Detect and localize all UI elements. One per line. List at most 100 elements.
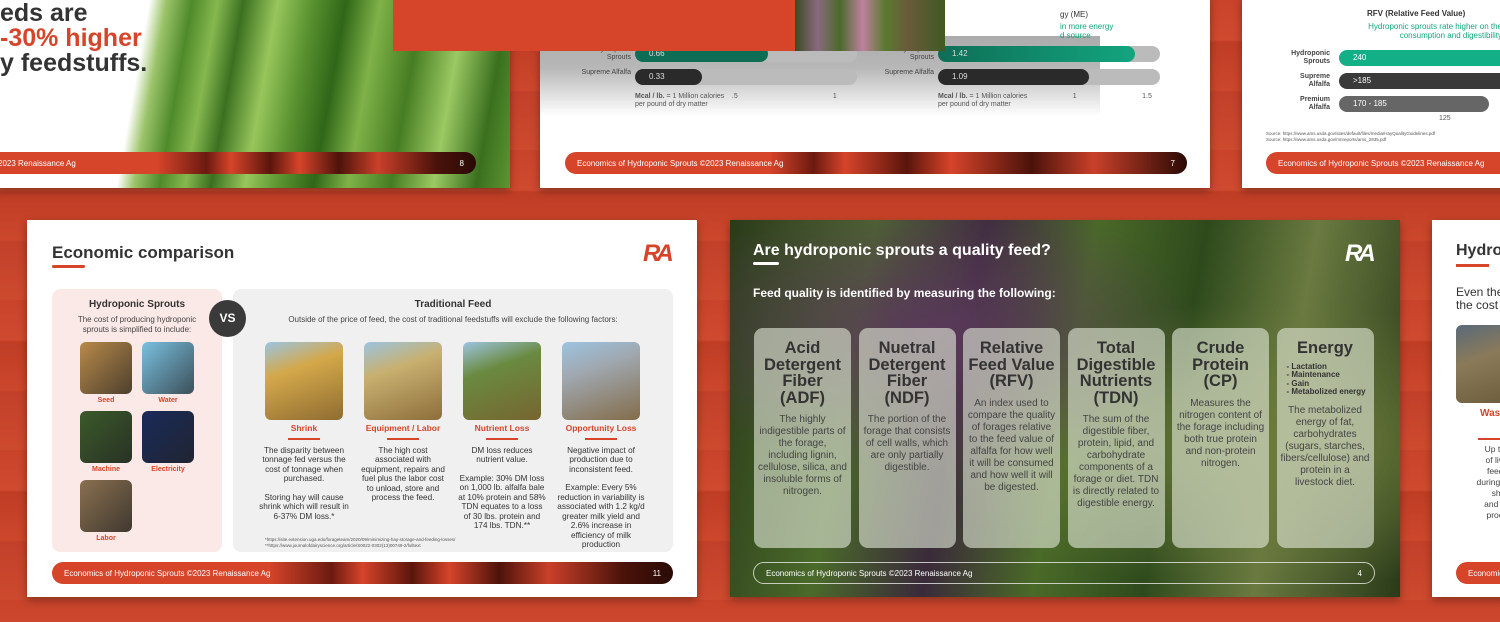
panel-title: Hydroponic Sprouts bbox=[88, 299, 186, 310]
factor-text: The high cost associated with equipment,… bbox=[361, 445, 445, 503]
footer-text: 2023 Renaissance Ag bbox=[0, 158, 76, 168]
bar-label: Supreme Alfalfa bbox=[884, 69, 934, 76]
bar: 1.42 bbox=[938, 46, 1136, 62]
headline-line: eds are bbox=[0, 0, 88, 27]
electricity-image bbox=[142, 411, 194, 463]
footnote: **https://www.journalofdairyscience.org/… bbox=[265, 543, 421, 548]
page-number: 8 bbox=[459, 158, 464, 168]
axis-tick: 1 bbox=[832, 93, 837, 100]
unit-note: Mcal / lb. = 1 Million calories per poun… bbox=[635, 93, 725, 109]
slide-right-partial[interactable]: Hydro Even the the cost Was Up to 4of li… bbox=[1432, 220, 1500, 597]
footer-text: Economics of Hydroponic Sprouts ©2023 Re… bbox=[64, 568, 271, 578]
item-label: Machine bbox=[91, 466, 120, 473]
unit-bold: Mcal / lb. bbox=[635, 93, 665, 100]
axis-tick: 125 bbox=[1439, 115, 1451, 122]
headline-line: y feedstuffs. bbox=[0, 49, 148, 77]
subtitle-line: in more energy bbox=[1060, 22, 1114, 31]
equipment-labor-image bbox=[364, 342, 442, 420]
opportunity-loss-image bbox=[562, 342, 640, 420]
title-underline bbox=[52, 265, 85, 268]
bar: 1.09 bbox=[938, 69, 1090, 85]
bar-label: Supreme Alfalfa bbox=[581, 69, 631, 76]
feed-card: Energy - Lactation - Maintenance - Gain - Me… bbox=[1276, 328, 1374, 548]
chart-right-title: gy (ME) bbox=[1060, 10, 1088, 19]
factor-column: Opportunity Loss Negative impact of produ… bbox=[556, 423, 646, 559]
source-line: Source: https://www.ams.usda.gov/mnrepor… bbox=[1266, 137, 1387, 142]
renaissance-logo: RA bbox=[643, 240, 674, 267]
slide-rfv[interactable]: RFV (Relative Feed Value) Hydroponic spr… bbox=[1242, 0, 1500, 188]
bar: 0.33 bbox=[635, 69, 702, 85]
feed-card: Relative Feed Value (RFV) An index used t… bbox=[963, 328, 1060, 548]
slide-11[interactable]: Economic comparison RA Hydroponic Sprout… bbox=[27, 220, 697, 597]
slide-footer: Economic bbox=[1456, 562, 1500, 584]
chart-right-subtitle: in more energy d source bbox=[1060, 22, 1113, 40]
seed-image bbox=[80, 342, 132, 394]
card-desc: The metabolized energy of fat, carbohydr… bbox=[1280, 404, 1370, 488]
rfv-title: RFV (Relative Feed Value) bbox=[1367, 9, 1466, 18]
intro-line: the cost bbox=[1456, 298, 1499, 312]
page-number: 11 bbox=[652, 568, 661, 578]
factor-text: DM loss reduces nutrient value. bbox=[471, 445, 533, 465]
feed-card: Nuetral Detergent Fiber (NDF) The portion… bbox=[858, 328, 956, 548]
nutrient-loss-image bbox=[463, 342, 541, 420]
factor-underline bbox=[486, 437, 518, 440]
text-line: during ha bbox=[1476, 477, 1500, 487]
item-label: Labor bbox=[96, 535, 116, 542]
card-title: Total Digestible Nutrients (TDN) bbox=[1076, 339, 1156, 407]
hydroponic-panel: Hydroponic Sprouts The cost of producing… bbox=[52, 289, 222, 552]
item-title: Was bbox=[1480, 408, 1500, 419]
factor-title: Nutrient Loss bbox=[474, 423, 530, 433]
text-line: of lives bbox=[1485, 455, 1500, 465]
slide-8-headline: eds are -30% higher y feedstuffs. bbox=[0, 0, 147, 76]
factor-title: Opportunity Loss bbox=[565, 423, 637, 433]
footer-text: Economics of Hydroponic Sprouts ©2023 Re… bbox=[1278, 158, 1485, 168]
card-desc: The highly indigestible parts of the for… bbox=[758, 414, 847, 497]
renaissance-logo: RA bbox=[1345, 240, 1376, 267]
factor-underline bbox=[288, 437, 320, 440]
card-title: Crude Protein (CP) bbox=[1192, 339, 1249, 390]
vs-badge: VS bbox=[209, 300, 246, 337]
traditional-panel: Traditional Feed Outside of the price of… bbox=[233, 289, 673, 552]
feed-card: Total Digestible Nutrients (TDN) The sum … bbox=[1067, 328, 1165, 548]
title-underline bbox=[753, 262, 779, 265]
text-line: proces bbox=[1486, 510, 1500, 520]
factor-column: Nutrient Loss DM loss reduces nutrient va… bbox=[457, 423, 547, 540]
bar: >185 bbox=[1339, 73, 1500, 89]
footer-text: Economics of Hydroponic Sprouts ©2023 Re… bbox=[766, 568, 973, 578]
slide-footer: Economics of Hydroponic Sprouts ©2023 Re… bbox=[52, 562, 673, 584]
subtitle: Feed quality is identified by measuring … bbox=[753, 286, 1056, 300]
footer-text: Economic bbox=[1468, 568, 1500, 578]
factor-text: Storing hay will cause shrink which will… bbox=[259, 492, 349, 521]
card-desc: The sum of the digestible fiber, protein… bbox=[1072, 414, 1160, 509]
sources: Source: https://www.ams.usda.gov/sites/d… bbox=[1266, 131, 1435, 143]
hay-bale-image bbox=[1456, 325, 1500, 403]
slide-footer: Economics of Hydroponic Sprouts ©2023 Re… bbox=[753, 562, 1375, 584]
card-title: Relative Feed Value (RFV) bbox=[968, 339, 1055, 390]
factor-underline bbox=[387, 437, 419, 440]
slide-4[interactable]: Are hydroponic sprouts a quality feed? R… bbox=[730, 220, 1400, 597]
item-text: Up to 4of livesfeed isduring hashippand … bbox=[1468, 444, 1500, 521]
bar-label: Supreme Alfalfa bbox=[1300, 73, 1330, 88]
bar: 240 bbox=[1339, 50, 1500, 66]
factor-column: Equipment / Labor The high cost associate… bbox=[358, 423, 448, 512]
shrink-image bbox=[265, 342, 343, 420]
slide-footer: 2023 Renaissance Ag 8 bbox=[0, 152, 476, 174]
factor-text: Example: Every 5% reduction in variabili… bbox=[557, 483, 645, 549]
unit-note: Mcal / lb. = 1 Million calories per poun… bbox=[938, 93, 1028, 109]
page-number: 4 bbox=[1357, 568, 1362, 578]
factor-text: Example: 30% DM loss on 1,000 lb. alfalf… bbox=[458, 473, 546, 531]
factor-title: Shrink bbox=[290, 423, 318, 433]
card-title: Nuetral Detergent Fiber (NDF) bbox=[868, 339, 946, 407]
item-label: Water bbox=[158, 397, 178, 404]
unit-bold: Mcal / lb. bbox=[938, 93, 968, 100]
panel-title: Traditional Feed bbox=[414, 299, 492, 310]
footnotes: *https://site.extension.uga.edu/foragete… bbox=[265, 537, 455, 549]
page-title: Are hydroponic sprouts a quality feed? bbox=[753, 242, 1051, 259]
title-underline bbox=[1456, 264, 1489, 267]
axis-tick: 1.5 bbox=[1142, 93, 1152, 100]
card-desc: The portion of the forage that consists … bbox=[863, 414, 951, 473]
feed-card: Acid Detergent Fiber (ADF) The highly ind… bbox=[754, 328, 851, 548]
slide-footer: Economics of Hydroponic Sprouts ©2023 Re… bbox=[565, 152, 1187, 174]
factor-title: Equipment / Labor bbox=[365, 423, 441, 433]
axis-tick: .5 bbox=[731, 93, 738, 100]
